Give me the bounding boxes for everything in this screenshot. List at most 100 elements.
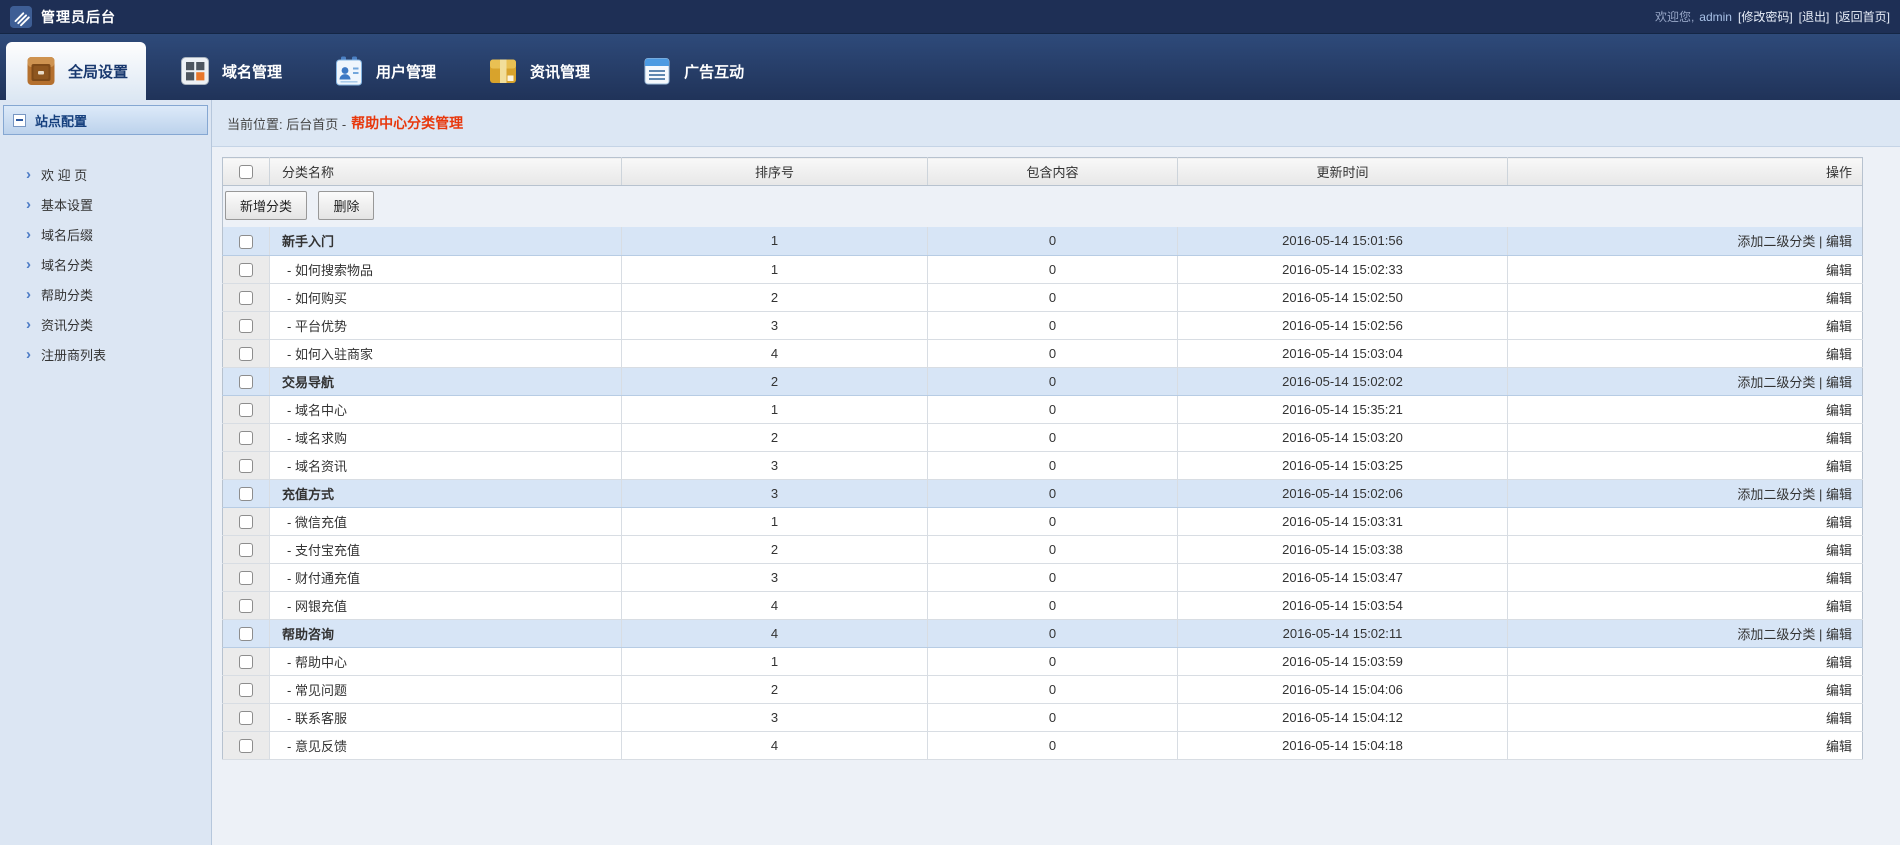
- updated-time: 2016-05-14 15:02:56: [1178, 311, 1508, 339]
- edit-link[interactable]: 编辑: [1826, 739, 1852, 754]
- edit-link[interactable]: 编辑: [1826, 375, 1852, 390]
- edit-link[interactable]: 编辑: [1826, 711, 1852, 726]
- table-toolbar-row: 新增分类 删除: [223, 186, 1863, 228]
- row-checkbox-cell: [223, 339, 270, 367]
- sidebar-item-domain-suffix[interactable]: ›域名后缀: [26, 219, 211, 249]
- add-subcategory-link[interactable]: 添加二级分类: [1737, 234, 1815, 249]
- sidebar-item-help-category[interactable]: ›帮助分类: [26, 279, 211, 309]
- add-subcategory-link[interactable]: 添加二级分类: [1737, 487, 1815, 502]
- row-checkbox[interactable]: [239, 571, 253, 585]
- row-checkbox[interactable]: [239, 683, 253, 697]
- row-checkbox[interactable]: [239, 235, 253, 249]
- edit-link[interactable]: 编辑: [1826, 627, 1852, 642]
- delete-button[interactable]: 删除: [318, 191, 374, 220]
- edit-link[interactable]: 编辑: [1826, 319, 1852, 334]
- order-number: 4: [622, 731, 928, 759]
- nav-tab-user-management[interactable]: 用户管理: [314, 42, 454, 100]
- edit-link[interactable]: 编辑: [1826, 571, 1852, 586]
- edit-link[interactable]: 编辑: [1826, 431, 1852, 446]
- edit-link[interactable]: 编辑: [1826, 599, 1852, 614]
- order-number: 3: [622, 563, 928, 591]
- page-title: 帮助中心分类管理: [351, 113, 463, 133]
- edit-link[interactable]: 编辑: [1826, 263, 1852, 278]
- row-actions: 编辑: [1508, 535, 1863, 563]
- chevron-right-icon: ›: [26, 347, 31, 362]
- nav-tab-news-management[interactable]: 资讯管理: [468, 42, 608, 100]
- nav-tab-label: 广告互动: [684, 61, 744, 82]
- row-checkbox[interactable]: [239, 627, 253, 641]
- app-title: 管理员后台: [41, 7, 116, 27]
- nav-tab-label: 域名管理: [222, 61, 282, 82]
- edit-link[interactable]: 编辑: [1826, 347, 1852, 362]
- order-number: 4: [622, 591, 928, 619]
- row-checkbox[interactable]: [239, 319, 253, 333]
- content-count: 0: [928, 311, 1178, 339]
- nav-tab-domain-management[interactable]: 域名管理: [160, 42, 300, 100]
- edit-link[interactable]: 编辑: [1826, 655, 1852, 670]
- header-actions: 操作: [1508, 158, 1863, 186]
- nav-tab-ad-interaction[interactable]: 广告互动: [622, 42, 762, 100]
- add-subcategory-link[interactable]: 添加二级分类: [1737, 375, 1815, 390]
- breadcrumb-prefix: 当前位置: 后台首页 -: [227, 114, 346, 133]
- row-checkbox[interactable]: [239, 431, 253, 445]
- row-checkbox[interactable]: [239, 655, 253, 669]
- row-actions: 编辑: [1508, 703, 1863, 731]
- sidebar-item-news-category[interactable]: ›资讯分类: [26, 309, 211, 339]
- add-category-button[interactable]: 新增分类: [225, 191, 307, 220]
- row-checkbox[interactable]: [239, 459, 253, 473]
- sidebar-item-welcome-page[interactable]: ›欢 迎 页: [26, 159, 211, 189]
- content-count: 0: [928, 563, 1178, 591]
- row-actions: 编辑: [1508, 311, 1863, 339]
- row-checkbox[interactable]: [239, 515, 253, 529]
- row-checkbox[interactable]: [239, 739, 253, 753]
- row-checkbox[interactable]: [239, 487, 253, 501]
- updated-time: 2016-05-14 15:03:47: [1178, 563, 1508, 591]
- updated-time: 2016-05-14 15:03:04: [1178, 339, 1508, 367]
- content-count: 0: [928, 283, 1178, 311]
- row-checkbox-cell: [223, 451, 270, 479]
- sidebar-section-header[interactable]: 站点配置: [3, 105, 208, 135]
- category-name: - 平台优势: [270, 311, 622, 339]
- row-checkbox[interactable]: [239, 599, 253, 613]
- category-name: - 常见问题: [270, 675, 622, 703]
- edit-link[interactable]: 编辑: [1826, 543, 1852, 558]
- order-number: 1: [622, 255, 928, 283]
- nav-tab-global-settings[interactable]: 全局设置: [6, 42, 146, 100]
- collapse-icon[interactable]: [13, 114, 26, 127]
- table-body: 新手入门102016-05-14 15:01:56添加二级分类 | 编辑- 如何…: [223, 227, 1863, 759]
- order-number: 3: [622, 451, 928, 479]
- table-row: - 帮助中心102016-05-14 15:03:59编辑: [223, 647, 1863, 675]
- sidebar-item-domain-category[interactable]: ›域名分类: [26, 249, 211, 279]
- action-separator: |: [1815, 375, 1826, 390]
- table-row: - 如何搜索物品102016-05-14 15:02:33编辑: [223, 255, 1863, 283]
- row-checkbox[interactable]: [239, 711, 253, 725]
- change-password-link[interactable]: [修改密码]: [1738, 10, 1793, 24]
- edit-link[interactable]: 编辑: [1826, 683, 1852, 698]
- edit-link[interactable]: 编辑: [1826, 234, 1852, 249]
- edit-link[interactable]: 编辑: [1826, 459, 1852, 474]
- table-row: - 意见反馈402016-05-14 15:04:18编辑: [223, 731, 1863, 759]
- row-checkbox[interactable]: [239, 291, 253, 305]
- main-nav: 全局设置 域名管理 用户管理资讯管理 广告互动: [0, 33, 1900, 100]
- row-checkbox[interactable]: [239, 543, 253, 557]
- edit-link[interactable]: 编辑: [1826, 403, 1852, 418]
- edit-link[interactable]: 编辑: [1826, 515, 1852, 530]
- back-home-link[interactable]: [返回首页]: [1835, 10, 1890, 24]
- order-number: 3: [622, 479, 928, 507]
- order-number: 1: [622, 507, 928, 535]
- row-checkbox[interactable]: [239, 263, 253, 277]
- row-checkbox[interactable]: [239, 347, 253, 361]
- edit-link[interactable]: 编辑: [1826, 487, 1852, 502]
- sidebar-item-basic-settings[interactable]: ›基本设置: [26, 189, 211, 219]
- row-checkbox[interactable]: [239, 403, 253, 417]
- add-subcategory-link[interactable]: 添加二级分类: [1737, 627, 1815, 642]
- row-checkbox-cell: [223, 227, 270, 255]
- grid-icon: [178, 54, 212, 88]
- logout-link[interactable]: [退出]: [1799, 10, 1830, 24]
- edit-link[interactable]: 编辑: [1826, 291, 1852, 306]
- select-all-checkbox[interactable]: [239, 165, 253, 179]
- topbar-user-area: 欢迎您, admin [修改密码][退出][返回首页]: [1655, 8, 1890, 25]
- row-checkbox-cell: [223, 731, 270, 759]
- sidebar-item-registrar-list[interactable]: ›注册商列表: [26, 339, 211, 369]
- row-checkbox[interactable]: [239, 375, 253, 389]
